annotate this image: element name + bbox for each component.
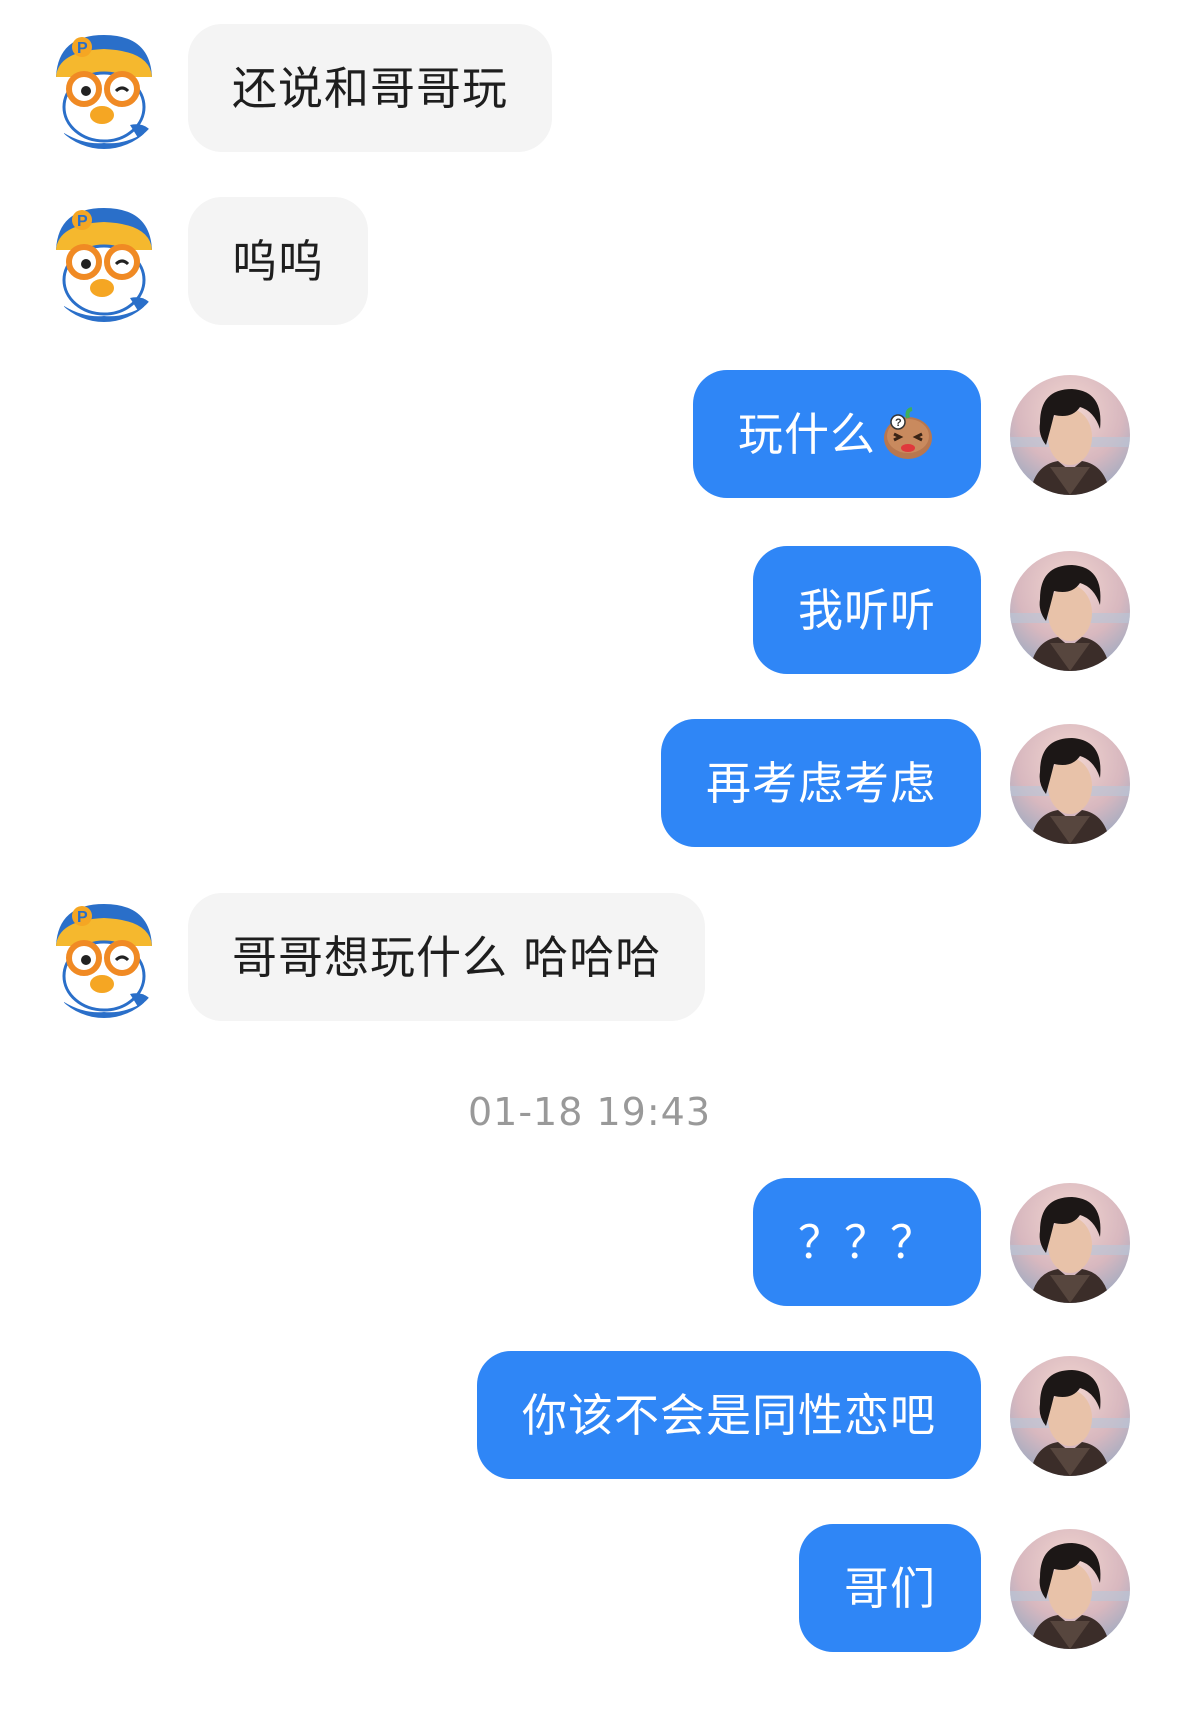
message-text: 哥哥想玩什么 哈哈哈 [232, 930, 662, 984]
surprised-potato-emoji-icon: ? [880, 406, 936, 462]
message-bubble[interactable]: 哥哥想玩什么 哈哈哈 [188, 893, 706, 1021]
message-bubble[interactable]: 你该不会是同性恋吧 [476, 1351, 981, 1479]
young-man-photo-icon [1010, 375, 1130, 495]
young-man-photo-icon [1010, 1356, 1130, 1476]
message-bubble[interactable]: 哥们 [798, 1524, 981, 1652]
message-text: 再考虑考虑 [705, 756, 936, 810]
message-row: P 呜呜 [0, 197, 1179, 327]
self-avatar[interactable] [1010, 551, 1130, 671]
pororo-penguin-icon: P [44, 29, 164, 149]
message-row: 再考虑考虑 [0, 719, 1179, 849]
message-text: 还说和哥哥玩 [232, 61, 509, 115]
self-avatar[interactable] [1010, 1529, 1130, 1649]
contact-avatar[interactable]: P [44, 29, 164, 149]
message-row: P 还说和哥哥玩 [0, 24, 1179, 154]
message-bubble[interactable]: 还说和哥哥玩 [188, 24, 553, 152]
message-row: 哥们 [0, 1524, 1179, 1654]
pororo-penguin-icon: P [44, 898, 164, 1018]
young-man-photo-icon [1010, 1183, 1130, 1303]
message-bubble[interactable]: 玩什么 ? [692, 370, 981, 498]
young-man-photo-icon [1010, 551, 1130, 671]
message-text: ？？？ [797, 1215, 936, 1269]
message-bubble[interactable]: 我听听 [752, 546, 981, 674]
message-text: 呜呜 [232, 234, 325, 288]
timestamp-label: 01-18 19:43 [467, 1090, 711, 1134]
message-text: 我听听 [797, 583, 936, 637]
self-avatar[interactable] [1010, 1183, 1130, 1303]
message-text: 玩什么 [737, 407, 876, 461]
self-avatar[interactable] [1010, 375, 1130, 495]
young-man-photo-icon [1010, 1529, 1130, 1649]
message-row: ？？？ [0, 1178, 1179, 1308]
message-bubble[interactable]: 呜呜 [188, 197, 369, 325]
svg-text:?: ? [895, 417, 903, 429]
young-man-photo-icon [1010, 724, 1130, 844]
message-bubble[interactable]: ？？？ [752, 1178, 981, 1306]
svg-text:P: P [77, 40, 88, 57]
pororo-penguin-icon: P [44, 202, 164, 322]
self-avatar[interactable] [1010, 1356, 1130, 1476]
contact-avatar[interactable]: P [44, 898, 164, 1018]
svg-text:P: P [77, 213, 88, 230]
message-row: 玩什么 ? [0, 370, 1179, 500]
self-avatar[interactable] [1010, 724, 1130, 844]
message-text: 哥们 [843, 1561, 936, 1615]
svg-text:P: P [77, 909, 88, 926]
message-row: P 哥哥想玩什么 哈哈哈 [0, 893, 1179, 1023]
contact-avatar[interactable]: P [44, 202, 164, 322]
message-text: 你该不会是同性恋吧 [521, 1388, 936, 1442]
message-row: 我听听 [0, 546, 1179, 676]
message-row: 你该不会是同性恋吧 [0, 1351, 1179, 1481]
message-bubble[interactable]: 再考虑考虑 [660, 719, 981, 847]
